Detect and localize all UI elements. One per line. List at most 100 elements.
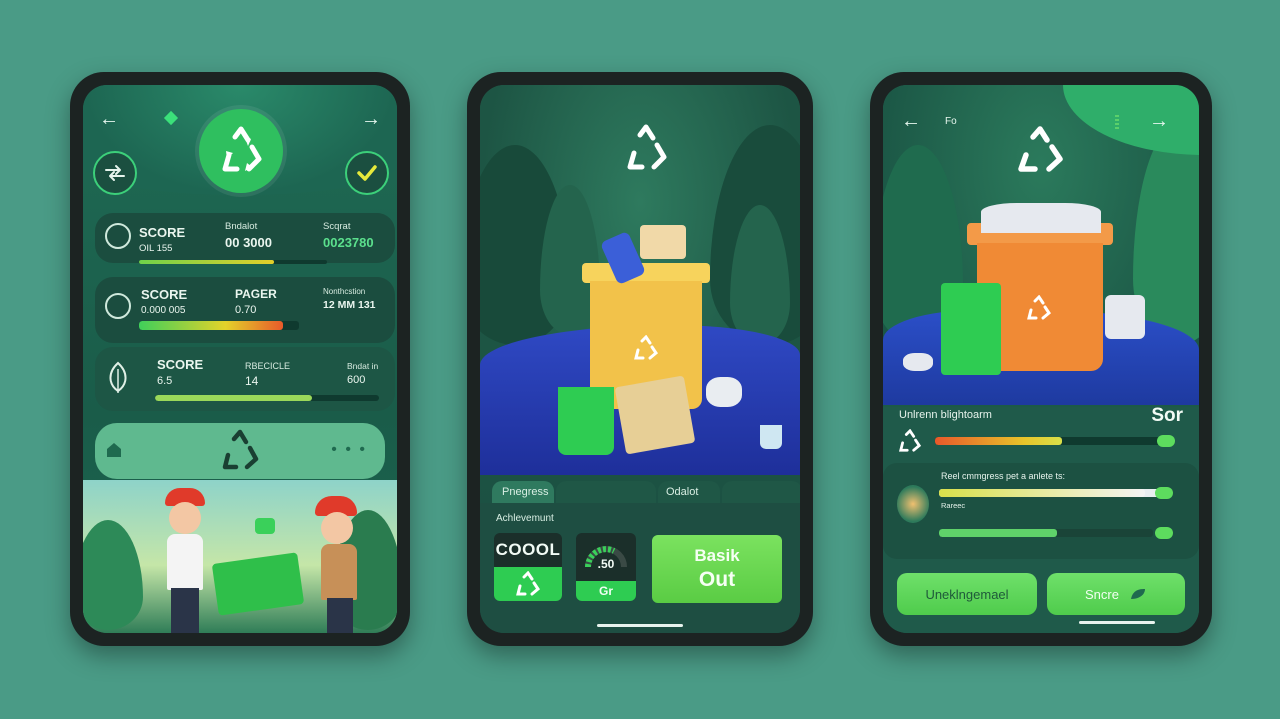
recycle-icon [1018,126,1063,172]
recycle-icon [634,335,658,360]
stat-right-label: Nonthcstion [323,287,366,296]
paper-trash [706,377,742,407]
screen-progress: ← Fo → Unlrenn blightoarm Sor Reel cmmgr… [883,85,1199,633]
stat-value: OIL 155 [139,243,173,254]
tab-blank[interactable] [556,481,656,503]
forward-arrow-icon[interactable]: → [1149,111,1169,131]
green-recycle-bin [558,387,614,455]
progress-fill [939,489,1146,497]
paper-trash [903,353,933,371]
kid-face [169,502,201,534]
checkmark-icon [357,165,377,181]
home-indicator[interactable] [1079,621,1155,624]
kid-pants [327,598,353,633]
kid-shirt [321,544,357,600]
trash-pile [981,203,1101,233]
cool-badge[interactable]: COOOL [494,533,562,601]
stat-right-value: 600 [347,374,366,386]
main-progress-bar [935,437,1165,445]
tip-text: Reel cmmgress pet a anlete ts: [941,471,1066,481]
gauge-badge[interactable]: .50 Gr [576,533,636,601]
achievement-panel: Achlevemunt COOOL .50 Gr Basik Out [480,503,800,633]
progress-fill [139,260,275,264]
task-progress-bar [939,529,1153,537]
stat-right-label: Scqrat [323,221,351,232]
achievement-title: Achlevemunt [496,513,554,524]
unlock-button[interactable]: Uneklngemael [897,573,1037,615]
battery-icon [1155,527,1173,539]
tab-bar: Pnegress Odalot [492,481,800,503]
confirm-button[interactable] [345,151,389,195]
leaf-icon [109,361,127,393]
screen-stats: ← → SCORE OIL 155 Bndalot 00 3000 Scqrat… [83,85,397,633]
phone-right: ← Fo → Unlrenn blightoarm Sor Reel cmmgr… [870,72,1212,646]
forward-arrow-icon[interactable]: → [361,109,381,129]
recycle-icon [627,124,667,170]
tab-odalot[interactable]: Odalot [658,481,720,503]
stat-right-value: 12 MM 131 [323,299,376,311]
kid-pants [171,588,199,633]
bottle [255,518,275,534]
more-dots-icon[interactable]: • • • [331,441,367,459]
back-arrow-icon[interactable]: ← [99,109,119,129]
home-icon [107,443,121,457]
stat-mid-label: RBECICLE [245,361,291,371]
task-card[interactable]: Reel cmmgress pet a anlete ts: Rareec [883,463,1199,559]
progress-fill [139,321,283,330]
stat-card-1[interactable]: SCORE OIL 155 Bndalot 00 3000 Scqrat 002… [95,213,395,263]
stat-card-2[interactable]: SCORE 0.000 005 PAGER 0.70 Nonthcstion 1… [95,277,395,343]
progress-bar [139,260,327,264]
battery-icon [1155,487,1173,499]
kid-avatar [897,485,929,523]
progress-title: Unlrenn blightoarm [899,409,992,421]
progress-fill [935,437,1062,445]
stat-mid-label: Bndalot [225,221,258,232]
stat-label: SCORE [157,357,204,372]
progress-fill [939,529,1057,537]
kid-face [321,512,353,544]
recycle-icon [898,429,922,452]
stat-value: 6.5 [157,375,173,387]
header-text: Fo [945,116,957,127]
basik-out-button[interactable]: Basik Out [652,535,782,603]
glass-jar [760,425,782,449]
recycle-logo[interactable] [199,109,283,193]
yellow-bin-lid [582,263,710,283]
progress-bar [139,321,299,330]
plant [83,520,143,630]
score-button[interactable]: Sncre [1047,573,1185,615]
tab-blank[interactable] [722,481,800,503]
swap-button[interactable] [93,151,137,195]
bottles [1105,295,1145,339]
task-label: Rareec [941,501,966,510]
cardboard-box [614,375,696,455]
recycle-banner[interactable]: • • • [95,423,385,479]
leaf-icon [1130,589,1145,599]
cool-label: COOOL [495,540,561,559]
stat-mid-value: 0.70 [235,304,257,316]
task-progress-bar [939,489,1161,497]
gauge-label: Gr [576,581,636,601]
home-indicator[interactable] [597,624,683,627]
illustration-kids-recycling [83,480,397,633]
phone-middle: Pnegress Odalot Achlevemunt COOOL .50 Gr… [467,72,813,646]
progress-bar [155,395,379,401]
back-arrow-icon[interactable]: ← [901,111,921,131]
stat-mid-label: PAGER [235,287,277,301]
battery-icon [1157,435,1175,447]
stat-mid-value: 00 3000 [225,235,272,250]
phone-left: ← → SCORE OIL 155 Bndalot 00 3000 Scqrat… [70,72,410,646]
stat-right-label: Bndat in [347,361,379,371]
stat-label: SCORE [141,287,188,302]
tab-progress[interactable]: Pnegress [492,481,554,503]
progress-panel: Unlrenn blightoarm Sor Reel cmmgress pet… [883,405,1199,633]
recycle-icon [1027,295,1051,320]
gauge-value: .50 [597,557,615,571]
green-recycle-bin [211,552,305,616]
swap-icon [105,165,125,181]
screen-achievement: Pnegress Odalot Achlevemunt COOOL .50 Gr… [480,85,800,633]
stat-card-3[interactable]: SCORE 6.5 RBECICLE 14 Bndat in 600 [95,347,395,411]
stat-value: 0.000 005 [141,305,186,316]
kid-shirt [167,534,203,590]
recycle-icon [516,571,540,596]
